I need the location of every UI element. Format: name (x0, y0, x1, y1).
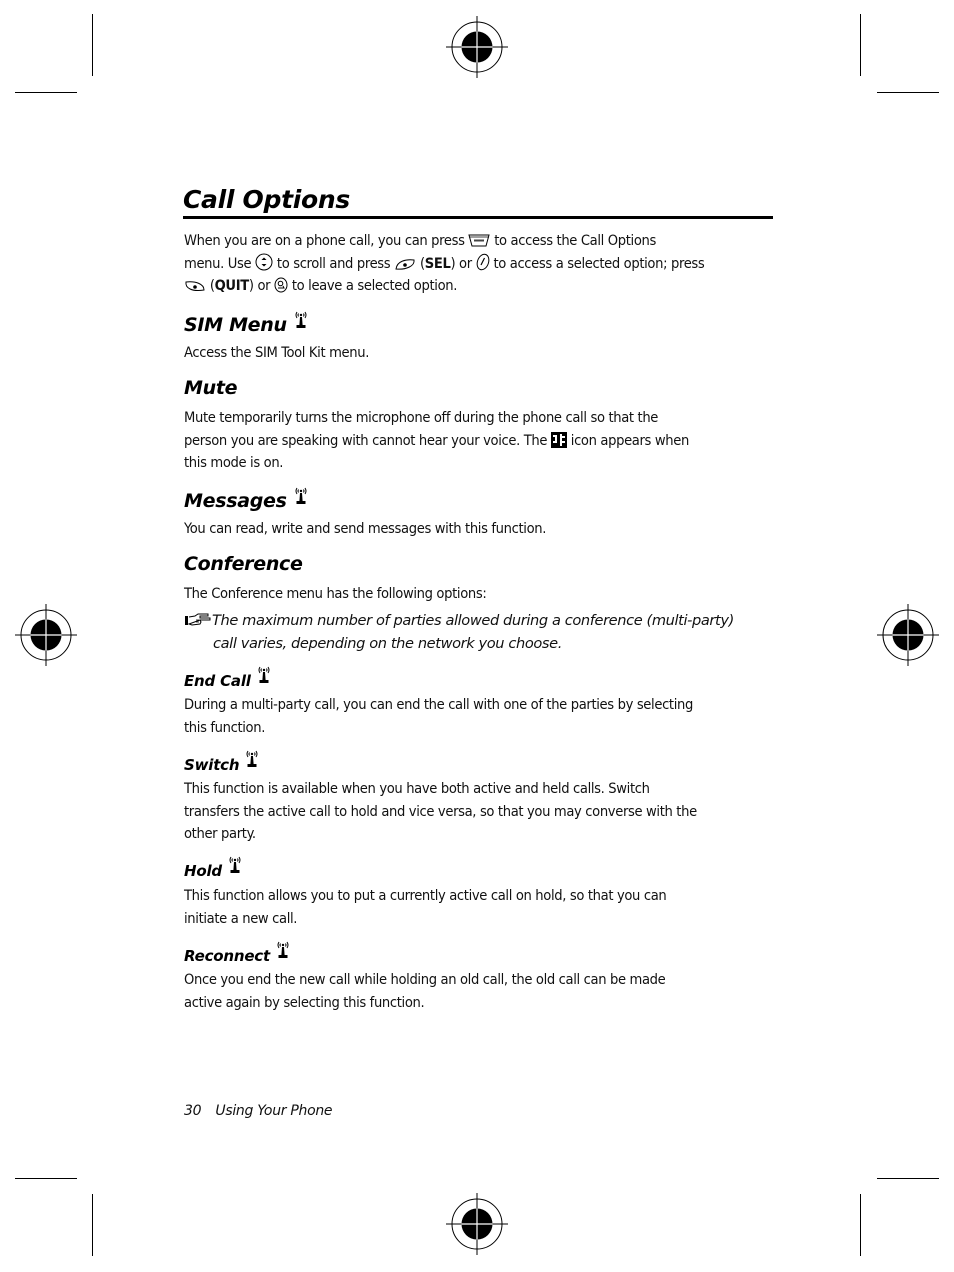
section-heading-messages: Messages (184, 486, 309, 513)
network-dependent-icon (293, 486, 309, 506)
intro-text: to leave a selected option. (291, 277, 458, 294)
intro-line-3: (QUIT) or to leave a selected option. (184, 275, 774, 298)
conference-note: The maximum number of parties allowed du… (184, 610, 774, 655)
page-title: Call Options (183, 184, 773, 219)
crop-mark-top-left-horizontal (15, 92, 77, 93)
intro-text: to scroll and press (276, 254, 391, 272)
body-line: This function allows you to put a curren… (184, 887, 667, 904)
body-line: this mode is on. (184, 454, 284, 471)
page-footer: 30 Using Your Phone (184, 1103, 333, 1119)
subsection-heading-end-call: End Call (184, 665, 272, 691)
crop-mark-top-right-horizontal (877, 92, 939, 93)
scroll-key-icon (255, 253, 273, 271)
messages-body: You can read, write and send messages wi… (184, 520, 547, 537)
registration-mark-left-icon (15, 604, 77, 666)
subsection-heading-reconnect: Reconnect (184, 940, 291, 966)
crop-mark-bottom-right-vertical (860, 1194, 861, 1256)
reconnect-body: Once you end the new call while holding … (184, 969, 774, 1014)
heading-text: Messages (184, 490, 287, 512)
intro-text: menu. Use (184, 254, 252, 272)
footer-section-name: Using Your Phone (215, 1103, 333, 1119)
heading-text: Reconnect (184, 947, 270, 965)
intro-text: to access a selected option; press (493, 254, 705, 272)
crop-mark-bottom-right-horizontal (877, 1178, 939, 1179)
body-line: Mute temporarily turns the microphone of… (184, 409, 659, 426)
body-line: transfers the active call to hold and vi… (184, 802, 697, 820)
body-line: During a multi-party call, you can end t… (184, 696, 693, 713)
sel-label: SEL (424, 254, 451, 272)
network-dependent-icon (244, 749, 260, 769)
quit-label: QUIT (214, 277, 250, 294)
body-text: icon appears when (570, 431, 690, 449)
intro-text: ) or (450, 254, 472, 272)
intro-paragraph: When you are on a phone call, you can pr… (184, 230, 774, 298)
body-line: Once you end the new call while holding … (184, 971, 666, 988)
mute-indicator-icon (550, 431, 567, 448)
pointing-hand-note-icon (184, 613, 212, 627)
heading-text: Switch (184, 756, 240, 774)
conference-body: The Conference menu has the following op… (184, 585, 487, 602)
body-line: person you are speaking with cannot hear… (184, 430, 774, 453)
end-key-icon (274, 277, 288, 293)
intro-line-1: When you are on a phone call, you can pr… (184, 230, 774, 253)
crop-mark-top-left-vertical (92, 14, 93, 76)
note-line: The maximum number of parties allowed du… (184, 610, 774, 633)
heading-text: SIM Menu (184, 314, 287, 336)
registration-mark-bottom-icon (446, 1193, 508, 1255)
crop-mark-bottom-left-vertical (92, 1194, 93, 1256)
page-number: 30 (184, 1103, 202, 1119)
heading-text: Hold (184, 862, 222, 880)
network-dependent-icon (275, 940, 291, 960)
send-key-icon (476, 253, 490, 271)
note-text: The maximum number of parties allowed du… (212, 612, 734, 629)
body-line: active again by selecting this function. (184, 993, 425, 1011)
end-call-body: During a multi-party call, you can end t… (184, 694, 774, 739)
right-soft-key-icon (394, 257, 416, 271)
registration-mark-right-icon (877, 604, 939, 666)
network-dependent-icon (227, 855, 243, 875)
section-heading-mute: Mute (184, 377, 238, 399)
note-line: call varies, depending on the network yo… (213, 634, 562, 652)
section-heading-conference: Conference (184, 553, 303, 575)
network-dependent-icon (293, 310, 309, 330)
section-heading-sim-menu: SIM Menu (184, 310, 309, 337)
registration-mark-top-icon (446, 16, 508, 78)
body-text: person you are speaking with cannot hear… (184, 431, 548, 449)
switch-body: This function is available when you have… (184, 778, 774, 846)
body-line: other party. (184, 825, 256, 842)
sim-menu-body: Access the SIM Tool Kit menu. (184, 344, 370, 361)
intro-text: ) or (248, 277, 271, 294)
intro-text: to access the Call Options (494, 232, 656, 249)
menu-key-icon (468, 233, 491, 248)
hold-body: This function allows you to put a curren… (184, 885, 774, 930)
intro-text: When you are on a phone call, you can pr… (184, 232, 465, 249)
body-line: this function. (184, 718, 266, 736)
crop-mark-bottom-left-horizontal (15, 1178, 77, 1179)
mute-body: Mute temporarily turns the microphone of… (184, 407, 774, 475)
network-dependent-icon (256, 665, 272, 685)
body-line: This function is available when you have… (184, 780, 650, 797)
subsection-heading-hold: Hold (184, 855, 243, 881)
subsection-heading-switch: Switch (184, 749, 260, 775)
body-line: initiate a new call. (184, 909, 298, 927)
intro-line-2: menu. Use to scroll and press (SEL) or t… (184, 253, 774, 276)
heading-text: End Call (184, 672, 251, 690)
crop-mark-top-right-vertical (860, 14, 861, 76)
left-soft-key-icon (184, 279, 206, 293)
